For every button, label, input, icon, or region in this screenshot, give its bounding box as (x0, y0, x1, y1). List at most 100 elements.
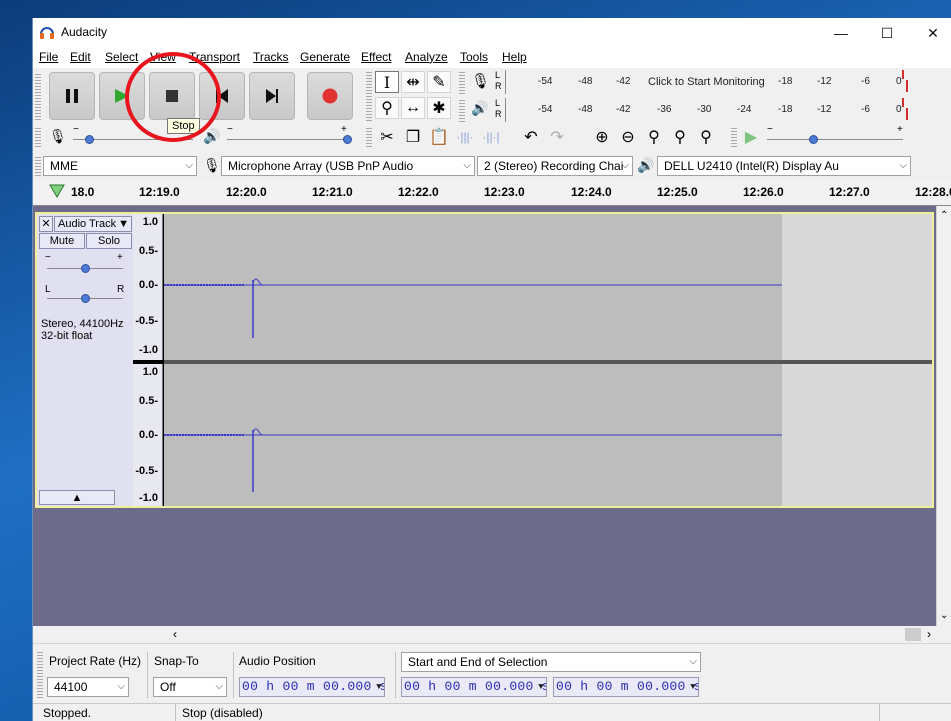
divider (879, 704, 880, 721)
scroll-up-icon[interactable]: ⌃ (940, 210, 948, 221)
envelope-tool-button[interactable]: ⇹ (401, 71, 425, 93)
recording-channels-select[interactable]: 2 (Stereo) Recording Chai ⌵ (477, 156, 633, 176)
toolbar-grip[interactable] (35, 155, 41, 177)
scroll-left-icon[interactable]: ‹ (173, 627, 177, 641)
silence-button[interactable]: ·||·| (479, 126, 503, 148)
menu-tools[interactable]: Tools (460, 50, 488, 64)
record-meter[interactable]: -54 -48 -42 Click to Start Monitoring -1… (505, 70, 909, 94)
minimize-button[interactable]: — (818, 22, 864, 44)
selection-mode-value: Start and End of Selection (408, 655, 548, 669)
cut-button[interactable]: ✂ (375, 126, 399, 148)
chevron-down-icon: ⌵ (185, 160, 193, 171)
toolbar-grip[interactable] (459, 98, 465, 122)
menu-tracks[interactable]: Tracks (253, 50, 289, 64)
pause-button[interactable] (49, 72, 95, 120)
meter-peak-marker (902, 70, 904, 79)
menu-help[interactable]: Help (502, 50, 527, 64)
paste-button[interactable]: 📋 (427, 126, 451, 148)
slider-knob[interactable] (81, 264, 90, 273)
toolbar-grip[interactable] (731, 126, 737, 148)
scale-label: 0.5- (139, 245, 158, 257)
waveform-left-channel[interactable] (164, 214, 782, 360)
toolbar-grip[interactable] (37, 650, 43, 698)
multi-tool-button[interactable]: ✱ (427, 97, 451, 119)
close-button[interactable]: ✕ (910, 22, 951, 44)
trim-audio-icon: ·|||· (456, 130, 474, 144)
recording-device-select[interactable]: Microphone Array (USB PnP Audio ⌵ (221, 156, 475, 176)
toolbar-grip[interactable] (366, 70, 372, 122)
playback-device-select[interactable]: DELL U2410 (Intel(R) Display Au ⌵ (657, 156, 911, 176)
collapse-track-button[interactable]: ▲ (39, 490, 115, 505)
zoom-tool-button[interactable]: ⚲ (375, 97, 399, 119)
playback-speed-slider[interactable] (767, 139, 903, 140)
title-bar[interactable]: Audacity — ☐ ✕ (33, 18, 951, 46)
zoom-out-button[interactable]: ⊖ (616, 126, 640, 148)
microphone-icon[interactable]: 🎙 (471, 72, 490, 90)
menu-analyze[interactable]: Analyze (405, 50, 448, 64)
draw-tool-button[interactable]: ✎ (427, 71, 451, 93)
horizontal-scrollbar[interactable]: ‹ › (33, 626, 951, 643)
zoom-in-button[interactable]: ⊕ (590, 126, 614, 148)
menu-generate[interactable]: Generate (300, 50, 350, 64)
playback-meter[interactable]: -54 -48 -42 -36 -30 -24 -18 -12 -6 0 (505, 98, 909, 122)
menu-effect[interactable]: Effect (361, 50, 391, 64)
time-shift-tool-button[interactable]: ↔ (401, 97, 425, 119)
slider-knob[interactable] (809, 135, 818, 144)
menu-edit[interactable]: Edit (70, 50, 91, 64)
selection-mode-select[interactable]: Start and End of Selection ⌵ (401, 652, 701, 672)
play-at-speed-button[interactable]: ▶ (739, 126, 763, 148)
speaker-icon[interactable]: 🔊 (471, 100, 488, 117)
view-toolbar: ⊕ ⊖ ⚲ ⚲ ⚲ (588, 124, 728, 150)
ruler-label: 12:19.0 (139, 185, 180, 199)
project-rate-select[interactable]: 44100 ⌵ (47, 677, 129, 697)
scroll-right-icon[interactable]: › (927, 627, 931, 641)
copy-button[interactable]: ❐ (401, 126, 425, 148)
record-button[interactable] (307, 72, 353, 120)
trim-button[interactable]: ·|||· (453, 126, 477, 148)
vertical-scrollbar[interactable]: ⌃ ⌄ (936, 206, 951, 626)
slider-knob[interactable] (85, 135, 94, 144)
slider-knob[interactable] (81, 294, 90, 303)
toolbar-grip[interactable] (366, 126, 372, 148)
toolbar-grip[interactable] (459, 70, 465, 94)
pan-right-label: R (117, 284, 125, 295)
playback-volume-slider[interactable] (227, 139, 347, 140)
mute-button[interactable]: Mute (39, 233, 85, 249)
fit-selection-button[interactable]: ⚲ (642, 126, 666, 148)
scissors-icon: ✂ (380, 129, 394, 146)
empty-track-region[interactable] (782, 214, 932, 360)
redo-icon: ↷ (550, 129, 564, 146)
ruler-label: 12:27.0 (829, 185, 870, 199)
timeline-ruler[interactable]: 18.0 12:19.0 12:20.0 12:21.0 12:22.0 12:… (33, 180, 951, 206)
snap-to-select[interactable]: Off ⌵ (153, 677, 227, 697)
fit-project-button[interactable]: ⚲ (668, 126, 692, 148)
redo-button[interactable]: ↷ (545, 126, 569, 148)
track-name-menu[interactable]: Audio Track ▼ (54, 216, 132, 232)
audacity-window: Audacity — ☐ ✕ File Edit Select View Tra… (32, 18, 951, 721)
selection-end-field[interactable]: 00 h 00 m 00.000 s ▼ (553, 677, 699, 697)
selection-tool-button[interactable]: I (375, 71, 399, 93)
click-to-start-monitoring[interactable]: Click to Start Monitoring (648, 76, 765, 88)
solo-button[interactable]: Solo (86, 233, 132, 249)
skip-to-end-button[interactable] (249, 72, 295, 120)
empty-track-region[interactable] (782, 364, 932, 506)
toolbar-grip[interactable] (35, 126, 41, 148)
meter-tick: -48 (578, 104, 593, 115)
slider-knob[interactable] (343, 135, 352, 144)
recording-device-value: Microphone Array (USB PnP Audio (228, 159, 414, 173)
toolbar-grip[interactable] (35, 72, 41, 120)
audio-position-field[interactable]: 00 h 00 m 00.000 s ▼ (239, 677, 385, 697)
meter-channel-right: R (495, 109, 502, 119)
scrollbar-thumb[interactable] (905, 628, 921, 641)
zoom-toggle-button[interactable]: ⚲ (694, 126, 718, 148)
menu-file[interactable]: File (39, 50, 58, 64)
undo-button[interactable]: ↶ (519, 126, 543, 148)
scroll-down-icon[interactable]: ⌄ (940, 610, 948, 621)
chevron-down-icon: ⌵ (463, 160, 471, 171)
menu-select[interactable]: Select (105, 50, 138, 64)
maximize-button[interactable]: ☐ (864, 22, 910, 44)
waveform-right-channel[interactable] (164, 364, 782, 506)
selection-start-field[interactable]: 00 h 00 m 00.000 s ▼ (401, 677, 547, 697)
audio-host-select[interactable]: MME ⌵ (43, 156, 197, 176)
track-close-button[interactable]: ✕ (39, 216, 53, 232)
